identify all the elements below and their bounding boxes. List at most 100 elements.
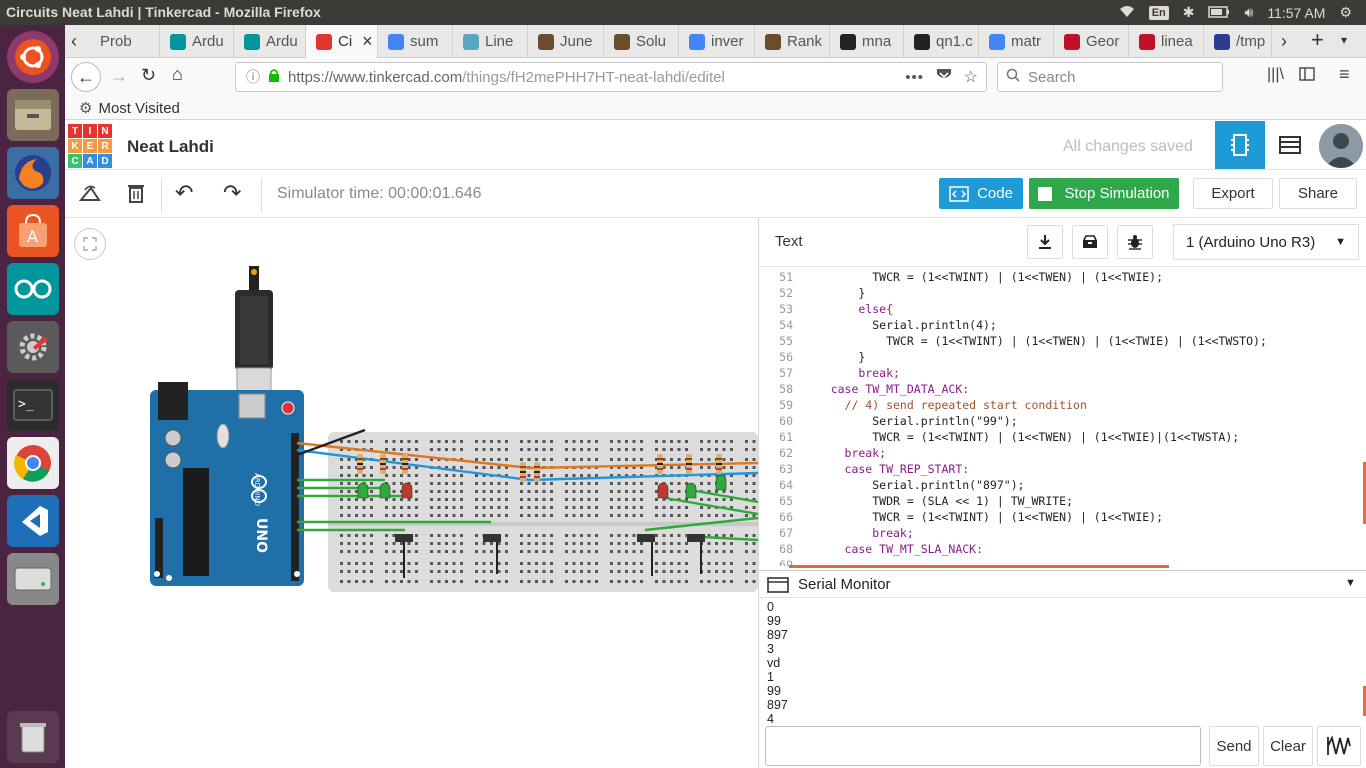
- plotter-toggle-button[interactable]: [1317, 726, 1361, 766]
- circuit-canvas[interactable]: ARDUINO UNO: [65, 218, 758, 768]
- code-line[interactable]: 56 }: [759, 350, 1366, 366]
- input-language-indicator[interactable]: En: [1148, 5, 1169, 20]
- trash-icon[interactable]: [7, 711, 59, 763]
- firefox-icon[interactable]: [7, 147, 59, 199]
- browser-tab[interactable]: Ci ×: [306, 25, 378, 58]
- code-line[interactable]: 61 TWCR = (1<<TWINT) | (1<<TWEN) | (1<<T…: [759, 430, 1366, 446]
- code-line[interactable]: 62 break;: [759, 446, 1366, 462]
- new-tab-button[interactable]: +: [1311, 27, 1324, 53]
- tab-scroll-left-icon[interactable]: ‹: [71, 31, 77, 52]
- device-select[interactable]: 1 (Arduino Uno R3) ▼: [1173, 224, 1359, 260]
- led[interactable]: [685, 482, 697, 499]
- led[interactable]: [379, 482, 391, 499]
- redo-icon[interactable]: ↷: [223, 180, 241, 206]
- browser-tab[interactable]: Rank: [755, 25, 830, 58]
- tinkercad-logo[interactable]: TIN KER CAD: [68, 124, 112, 168]
- browser-tab[interactable]: qn1.c: [904, 25, 979, 58]
- menu-icon[interactable]: ≡: [1339, 64, 1350, 85]
- pocket-icon[interactable]: [936, 68, 952, 86]
- code-line[interactable]: 54 Serial.println(4);: [759, 318, 1366, 334]
- code-line[interactable]: 53 else{: [759, 302, 1366, 318]
- clock[interactable]: 11:57 AM: [1267, 5, 1325, 21]
- home-button[interactable]: ⌂: [172, 64, 183, 85]
- browser-tab[interactable]: Prob: [90, 25, 160, 58]
- project-name[interactable]: Neat Lahdi: [127, 137, 214, 157]
- browser-tab[interactable]: sum: [378, 25, 453, 58]
- arduino-uno-board[interactable]: ARDUINO UNO: [150, 382, 304, 586]
- browser-tab[interactable]: matr: [979, 25, 1054, 58]
- sidebar-icon[interactable]: [1299, 66, 1315, 87]
- browser-tab[interactable]: inver: [679, 25, 755, 58]
- send-button[interactable]: Send: [1209, 726, 1259, 766]
- resistor[interactable]: [380, 454, 386, 474]
- info-icon[interactable]: ⓘ: [246, 67, 260, 87]
- battery-icon[interactable]: [1208, 5, 1230, 21]
- share-button[interactable]: Share: [1279, 178, 1357, 209]
- download-code-button[interactable]: [1027, 225, 1063, 259]
- browser-tab[interactable]: Ardu: [160, 25, 234, 58]
- serial-monitor-header[interactable]: Serial Monitor ▼: [759, 570, 1366, 598]
- back-button[interactable]: ←: [71, 62, 101, 92]
- files-icon[interactable]: [7, 89, 59, 141]
- code-line[interactable]: 67 break;: [759, 526, 1366, 542]
- chrome-icon[interactable]: [7, 437, 59, 489]
- led[interactable]: [357, 482, 369, 499]
- tab-list-chevron-icon[interactable]: ▾: [1341, 33, 1347, 47]
- editor-mode-label[interactable]: Text: [775, 233, 803, 250]
- code-line[interactable]: 63 case TW_REP_START:: [759, 462, 1366, 478]
- resistor[interactable]: [686, 454, 692, 474]
- library-icon[interactable]: |||\: [1267, 66, 1284, 84]
- led[interactable]: [715, 474, 727, 491]
- avatar[interactable]: [1319, 124, 1363, 168]
- tab-scroll-right-icon[interactable]: ›: [1281, 31, 1287, 52]
- most-visited-bookmark[interactable]: ⚙ Most Visited: [79, 99, 180, 118]
- clear-button[interactable]: Clear: [1263, 726, 1313, 766]
- led[interactable]: [657, 482, 669, 499]
- software-center-icon[interactable]: A: [7, 205, 59, 257]
- delete-icon[interactable]: [128, 183, 144, 208]
- disk-drive-icon[interactable]: [7, 553, 59, 605]
- settings-icon[interactable]: [7, 321, 59, 373]
- code-line[interactable]: 57 break;: [759, 366, 1366, 382]
- forward-button[interactable]: →: [110, 66, 128, 87]
- browser-tab[interactable]: June: [528, 25, 604, 58]
- search-input[interactable]: Search: [997, 62, 1223, 92]
- code-line[interactable]: 59 // 4) send repeated start condition: [759, 398, 1366, 414]
- circuit-diagram[interactable]: ARDUINO UNO: [65, 218, 758, 768]
- code-line[interactable]: 68 case TW_MT_SLA_NACK:: [759, 542, 1366, 558]
- reload-button[interactable]: ↻: [141, 65, 156, 86]
- arduino-ide-icon[interactable]: [7, 263, 59, 315]
- code-line[interactable]: 66 TWCR = (1<<TWINT) | (1<<TWEN) | (1<<T…: [759, 510, 1366, 526]
- url-bar[interactable]: ⓘ https://www.tinkercad.com/things/fH2me…: [235, 62, 987, 92]
- code-line[interactable]: 58 case TW_MT_DATA_ACK:: [759, 382, 1366, 398]
- code-line[interactable]: 64 Serial.println("897");: [759, 478, 1366, 494]
- wifi-icon[interactable]: [1119, 5, 1135, 21]
- serial-input[interactable]: [765, 726, 1201, 766]
- browser-tab[interactable]: mna: [830, 25, 904, 58]
- browser-tab[interactable]: Line: [453, 25, 528, 58]
- terminal-icon[interactable]: >_: [7, 379, 59, 431]
- browser-tab[interactable]: Geor: [1054, 25, 1129, 58]
- resistor[interactable]: [402, 454, 408, 474]
- code-line[interactable]: 60 Serial.println("99");: [759, 414, 1366, 430]
- ubuntu-dash-icon[interactable]: [7, 31, 59, 83]
- resistor[interactable]: [534, 462, 540, 482]
- volume-icon[interactable]: 🔊︎: [1244, 4, 1253, 21]
- page-actions-icon[interactable]: •••: [905, 69, 924, 86]
- chevron-down-icon[interactable]: ▼: [1345, 577, 1356, 589]
- debugger-button[interactable]: [1117, 225, 1153, 259]
- stop-simulation-button[interactable]: Stop Simulation: [1029, 178, 1179, 209]
- breadboard[interactable]: [328, 432, 758, 592]
- code-line[interactable]: 65 TWDR = (SLA << 1) | TW_WRITE;: [759, 494, 1366, 510]
- code-editor[interactable]: 51 TWCR = (1<<TWINT) | (1<<TWEN) | (1<<T…: [759, 270, 1366, 566]
- browser-tab[interactable]: linea: [1129, 25, 1204, 58]
- libraries-button[interactable]: [1072, 225, 1108, 259]
- gear-icon[interactable]: ⚙: [1339, 4, 1352, 21]
- code-line[interactable]: 55 TWCR = (1<<TWINT) | (1<<TWEN) | (1<<T…: [759, 334, 1366, 350]
- browser-tab[interactable]: Ardu: [234, 25, 306, 58]
- circuit-view-button[interactable]: [1215, 121, 1265, 169]
- export-button[interactable]: Export: [1193, 178, 1273, 209]
- code-line[interactable]: 52 }: [759, 286, 1366, 302]
- bookmark-star-icon[interactable]: ☆: [964, 67, 978, 87]
- led[interactable]: [401, 482, 413, 499]
